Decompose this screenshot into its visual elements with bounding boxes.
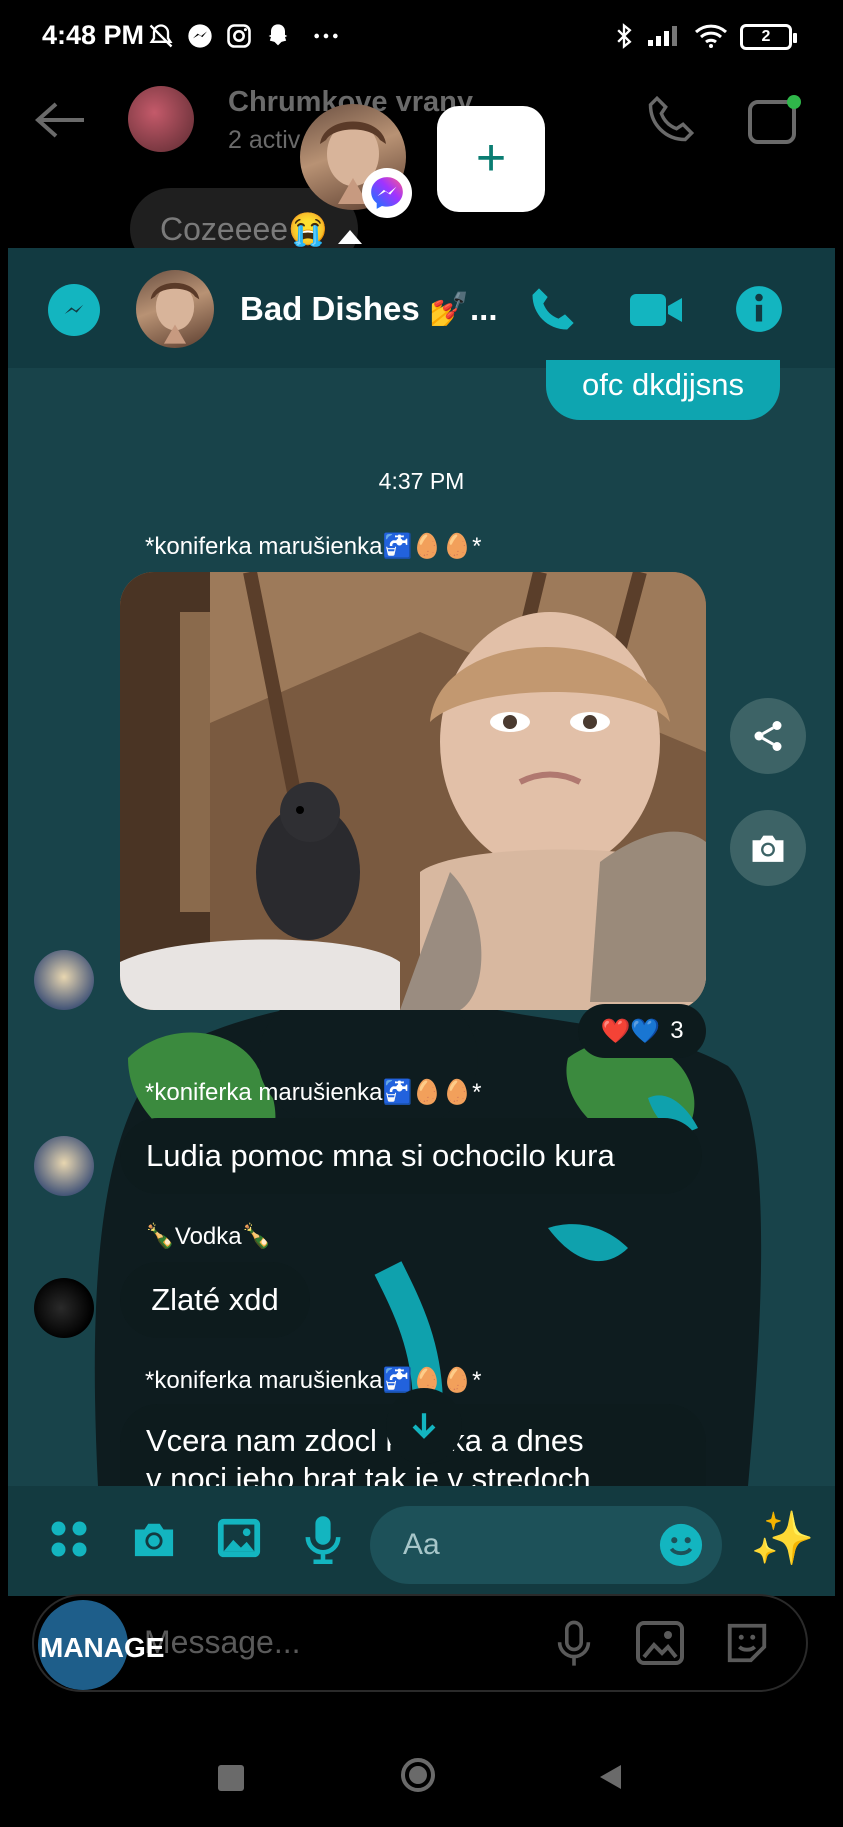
scroll-to-bottom-button[interactable]	[386, 1388, 462, 1464]
wifi-icon	[694, 24, 728, 48]
received-message[interactable]: Zlaté xdd	[120, 1262, 310, 1338]
message-input-placeholder: Aa	[403, 1528, 440, 1561]
camera-icon[interactable]	[130, 1518, 178, 1560]
mute-icon	[149, 24, 173, 48]
messenger-status-icon	[188, 24, 212, 48]
received-message[interactable]: Ludia pomoc mna si ochocilo kura	[120, 1118, 702, 1194]
back-button[interactable]	[594, 1762, 624, 1792]
background-sticker-icon[interactable]	[724, 1620, 770, 1666]
microphone-icon[interactable]	[304, 1514, 342, 1564]
background-chat-status: 2 activ	[228, 126, 301, 154]
group-avatar[interactable]	[136, 270, 214, 348]
background-gallery-icon[interactable]	[636, 1620, 684, 1666]
background-microphone-icon[interactable]	[556, 1620, 592, 1668]
video-call-icon[interactable]	[628, 288, 684, 332]
snapchat-icon	[268, 24, 288, 46]
voice-call-icon[interactable]	[526, 284, 578, 336]
instagram-icon	[227, 24, 251, 48]
sender-avatar-vodka[interactable]	[34, 1278, 94, 1338]
background-group-avatar	[128, 86, 194, 152]
arrow-down-icon	[412, 1413, 436, 1439]
more-notifications-icon	[314, 33, 338, 39]
status-time: 4:48 PM	[42, 20, 145, 50]
message-reactions[interactable]: ❤️💙 3	[578, 1004, 706, 1058]
messenger-logo-icon[interactable]	[48, 284, 100, 336]
sent-message[interactable]: ofc dkdjjsns	[546, 360, 780, 420]
gallery-icon[interactable]	[216, 1516, 262, 1560]
more-actions-icon[interactable]	[48, 1518, 90, 1560]
sender-avatar-koniferka[interactable]	[34, 950, 94, 1010]
bluetooth-icon	[617, 23, 632, 49]
add-chat-head-button[interactable]: +	[437, 106, 545, 212]
share-button[interactable]	[730, 698, 806, 774]
reaction-emojis: ❤️💙	[600, 1017, 661, 1045]
sparkles-button[interactable]: ✨	[750, 1508, 815, 1569]
sender-name: *koniferka marušienka🚰🥚🥚*	[145, 1079, 482, 1106]
back-arrow-icon[interactable]	[34, 100, 86, 140]
chat-head-panel: Bad Dishes 💅... ofc dkdjjsns 4:37 PM *ko…	[8, 248, 835, 1596]
background-message-placeholder: Message...	[144, 1624, 301, 1660]
status-bar: 4:48 PM 2	[0, 0, 843, 74]
battery-indicator: 2	[740, 24, 797, 50]
background-video-icon[interactable]	[746, 94, 802, 146]
reaction-count: 3	[670, 1017, 684, 1044]
photo-content	[120, 572, 706, 1010]
camera-icon	[752, 835, 784, 862]
share-icon	[754, 721, 782, 751]
chat-title[interactable]: Bad Dishes 💅...	[240, 290, 498, 329]
message-timestamp: 4:37 PM	[378, 468, 465, 494]
signal-icon	[648, 26, 677, 46]
emoji-icon[interactable]	[658, 1522, 704, 1568]
home-button[interactable]	[401, 1758, 435, 1792]
manage-bubbles-label[interactable]: MANAGE	[40, 1632, 164, 1664]
save-photo-button[interactable]	[730, 810, 806, 886]
shared-photo[interactable]	[120, 572, 706, 1010]
info-icon[interactable]	[734, 284, 784, 334]
bubble-pointer	[338, 230, 362, 244]
messenger-badge-icon	[362, 168, 412, 218]
sender-name: *koniferka marušienka🚰🥚🥚*	[145, 533, 482, 560]
recents-button[interactable]	[218, 1765, 244, 1791]
background-call-icon[interactable]	[644, 94, 696, 146]
sender-name: 🍾Vodka🍾	[145, 1223, 272, 1250]
sender-avatar-koniferka[interactable]	[34, 1136, 94, 1196]
group-avatar-photo	[150, 282, 200, 344]
